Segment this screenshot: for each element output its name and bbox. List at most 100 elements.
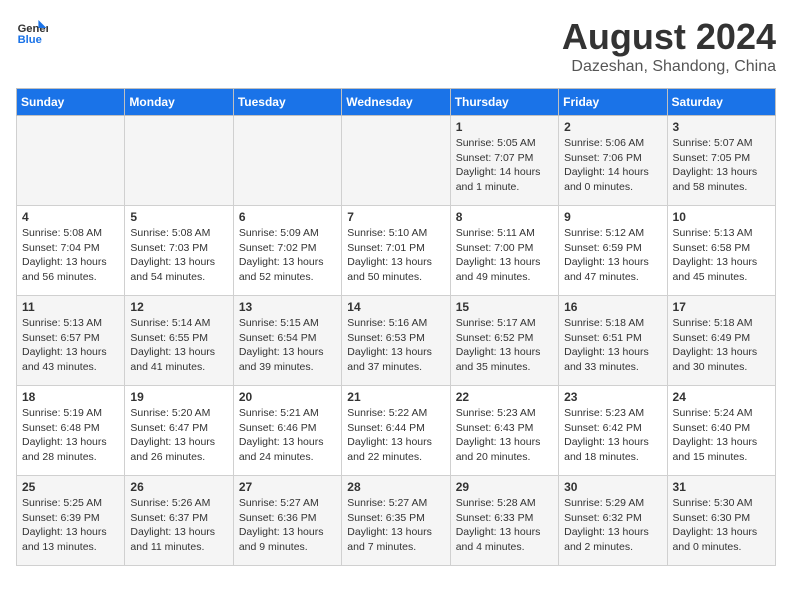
calendar-cell: 17 Sunrise: 5:18 AM Sunset: 6:49 PM Dayli…	[667, 296, 775, 386]
calendar-cell: 3 Sunrise: 5:07 AM Sunset: 7:05 PM Daylig…	[667, 116, 775, 206]
day-info: Sunrise: 5:10 AM Sunset: 7:01 PM Dayligh…	[347, 226, 444, 285]
calendar-week-row: 11Sunrise: 5:13 AM Sunset: 6:57 PM Dayli…	[17, 296, 776, 386]
calendar-cell: 22 Sunrise: 5:23 AM Sunset: 6:43 PM Dayli…	[450, 386, 558, 476]
day-number: 6	[239, 210, 336, 224]
calendar-cell	[342, 116, 450, 206]
day-number: 4	[22, 210, 119, 224]
day-number: 14	[347, 300, 444, 314]
calendar-cell: 21 Sunrise: 5:22 AM Sunset: 6:44 PM Dayli…	[342, 386, 450, 476]
weekday-header-sunday: Sunday	[17, 89, 125, 116]
day-number: 9	[564, 210, 661, 224]
calendar-cell: 20Sunrise: 5:21 AM Sunset: 6:46 PM Dayli…	[233, 386, 341, 476]
subtitle: Dazeshan, Shandong, China	[562, 58, 776, 76]
day-info: Sunrise: 5:27 AM Sunset: 6:35 PM Dayligh…	[347, 496, 444, 555]
day-info: Sunrise: 5:23 AM Sunset: 6:43 PM Dayligh…	[456, 406, 553, 465]
day-info: Sunrise: 5:19 AM Sunset: 6:48 PM Dayligh…	[22, 406, 119, 465]
main-title: August 2024	[562, 16, 776, 58]
weekday-header-monday: Monday	[125, 89, 233, 116]
weekday-header-row: SundayMondayTuesdayWednesdayThursdayFrid…	[17, 89, 776, 116]
calendar-cell: 18 Sunrise: 5:19 AM Sunset: 6:48 PM Dayli…	[17, 386, 125, 476]
day-info: Sunrise: 5:07 AM Sunset: 7:05 PM Dayligh…	[673, 136, 770, 195]
day-number: 11	[22, 300, 119, 314]
logo: General Blue	[16, 16, 48, 48]
calendar-table: SundayMondayTuesdayWednesdayThursdayFrid…	[16, 88, 776, 566]
calendar-week-row: 1 Sunrise: 5:05 AM Sunset: 7:07 PM Daylig…	[17, 116, 776, 206]
calendar-week-row: 4 Sunrise: 5:08 AM Sunset: 7:04 PM Daylig…	[17, 206, 776, 296]
calendar-cell: 11Sunrise: 5:13 AM Sunset: 6:57 PM Dayli…	[17, 296, 125, 386]
day-number: 3	[673, 120, 770, 134]
day-number: 2	[564, 120, 661, 134]
day-info: Sunrise: 5:22 AM Sunset: 6:44 PM Dayligh…	[347, 406, 444, 465]
day-number: 17	[673, 300, 770, 314]
calendar-header: SundayMondayTuesdayWednesdayThursdayFrid…	[17, 89, 776, 116]
day-number: 23	[564, 390, 661, 404]
day-number: 8	[456, 210, 553, 224]
calendar-cell: 1 Sunrise: 5:05 AM Sunset: 7:07 PM Daylig…	[450, 116, 558, 206]
day-info: Sunrise: 5:18 AM Sunset: 6:51 PM Dayligh…	[564, 316, 661, 375]
day-info: Sunrise: 5:30 AM Sunset: 6:30 PM Dayligh…	[673, 496, 770, 555]
day-number: 19	[130, 390, 227, 404]
calendar-cell: 7 Sunrise: 5:10 AM Sunset: 7:01 PM Daylig…	[342, 206, 450, 296]
day-number: 10	[673, 210, 770, 224]
calendar-body: 1 Sunrise: 5:05 AM Sunset: 7:07 PM Daylig…	[17, 116, 776, 566]
day-number: 27	[239, 480, 336, 494]
svg-text:General: General	[18, 23, 48, 35]
day-number: 22	[456, 390, 553, 404]
day-number: 1	[456, 120, 553, 134]
calendar-cell: 29Sunrise: 5:28 AM Sunset: 6:33 PM Dayli…	[450, 476, 558, 566]
day-info: Sunrise: 5:23 AM Sunset: 6:42 PM Dayligh…	[564, 406, 661, 465]
day-number: 16	[564, 300, 661, 314]
calendar-week-row: 18 Sunrise: 5:19 AM Sunset: 6:48 PM Dayli…	[17, 386, 776, 476]
calendar-cell	[17, 116, 125, 206]
calendar-cell	[233, 116, 341, 206]
day-number: 7	[347, 210, 444, 224]
day-info: Sunrise: 5:16 AM Sunset: 6:53 PM Dayligh…	[347, 316, 444, 375]
weekday-header-saturday: Saturday	[667, 89, 775, 116]
calendar-cell	[125, 116, 233, 206]
day-info: Sunrise: 5:11 AM Sunset: 7:00 PM Dayligh…	[456, 226, 553, 285]
calendar-cell: 25 Sunrise: 5:25 AM Sunset: 6:39 PM Dayli…	[17, 476, 125, 566]
day-info: Sunrise: 5:26 AM Sunset: 6:37 PM Dayligh…	[130, 496, 227, 555]
day-info: Sunrise: 5:28 AM Sunset: 6:33 PM Dayligh…	[456, 496, 553, 555]
day-info: Sunrise: 5:13 AM Sunset: 6:58 PM Dayligh…	[673, 226, 770, 285]
day-number: 20	[239, 390, 336, 404]
day-number: 25	[22, 480, 119, 494]
calendar-cell: 12Sunrise: 5:14 AM Sunset: 6:55 PM Dayli…	[125, 296, 233, 386]
day-info: Sunrise: 5:05 AM Sunset: 7:07 PM Dayligh…	[456, 136, 553, 195]
calendar-cell: 30Sunrise: 5:29 AM Sunset: 6:32 PM Dayli…	[559, 476, 667, 566]
calendar-cell: 31Sunrise: 5:30 AM Sunset: 6:30 PM Dayli…	[667, 476, 775, 566]
day-info: Sunrise: 5:14 AM Sunset: 6:55 PM Dayligh…	[130, 316, 227, 375]
day-info: Sunrise: 5:06 AM Sunset: 7:06 PM Dayligh…	[564, 136, 661, 195]
day-info: Sunrise: 5:29 AM Sunset: 6:32 PM Dayligh…	[564, 496, 661, 555]
day-number: 28	[347, 480, 444, 494]
day-info: Sunrise: 5:17 AM Sunset: 6:52 PM Dayligh…	[456, 316, 553, 375]
day-number: 24	[673, 390, 770, 404]
day-info: Sunrise: 5:09 AM Sunset: 7:02 PM Dayligh…	[239, 226, 336, 285]
calendar-cell: 26 Sunrise: 5:26 AM Sunset: 6:37 PM Dayli…	[125, 476, 233, 566]
day-number: 26	[130, 480, 227, 494]
calendar-week-row: 25 Sunrise: 5:25 AM Sunset: 6:39 PM Dayli…	[17, 476, 776, 566]
calendar-cell: 16 Sunrise: 5:18 AM Sunset: 6:51 PM Dayli…	[559, 296, 667, 386]
day-info: Sunrise: 5:25 AM Sunset: 6:39 PM Dayligh…	[22, 496, 119, 555]
weekday-header-thursday: Thursday	[450, 89, 558, 116]
day-number: 21	[347, 390, 444, 404]
calendar-cell: 8 Sunrise: 5:11 AM Sunset: 7:00 PM Daylig…	[450, 206, 558, 296]
day-info: Sunrise: 5:08 AM Sunset: 7:04 PM Dayligh…	[22, 226, 119, 285]
day-number: 15	[456, 300, 553, 314]
calendar-cell: 5Sunrise: 5:08 AM Sunset: 7:03 PM Daylig…	[125, 206, 233, 296]
title-block: August 2024 Dazeshan, Shandong, China	[562, 16, 776, 76]
calendar-cell: 14 Sunrise: 5:16 AM Sunset: 6:53 PM Dayli…	[342, 296, 450, 386]
day-number: 18	[22, 390, 119, 404]
calendar-cell: 2 Sunrise: 5:06 AM Sunset: 7:06 PM Daylig…	[559, 116, 667, 206]
day-info: Sunrise: 5:24 AM Sunset: 6:40 PM Dayligh…	[673, 406, 770, 465]
calendar-cell: 19Sunrise: 5:20 AM Sunset: 6:47 PM Dayli…	[125, 386, 233, 476]
day-info: Sunrise: 5:27 AM Sunset: 6:36 PM Dayligh…	[239, 496, 336, 555]
calendar-cell: 13Sunrise: 5:15 AM Sunset: 6:54 PM Dayli…	[233, 296, 341, 386]
svg-text:Blue: Blue	[18, 34, 42, 46]
calendar-cell: 15 Sunrise: 5:17 AM Sunset: 6:52 PM Dayli…	[450, 296, 558, 386]
calendar-cell: 10 Sunrise: 5:13 AM Sunset: 6:58 PM Dayli…	[667, 206, 775, 296]
day-number: 13	[239, 300, 336, 314]
logo-icon: General Blue	[16, 16, 48, 48]
day-info: Sunrise: 5:18 AM Sunset: 6:49 PM Dayligh…	[673, 316, 770, 375]
day-info: Sunrise: 5:12 AM Sunset: 6:59 PM Dayligh…	[564, 226, 661, 285]
